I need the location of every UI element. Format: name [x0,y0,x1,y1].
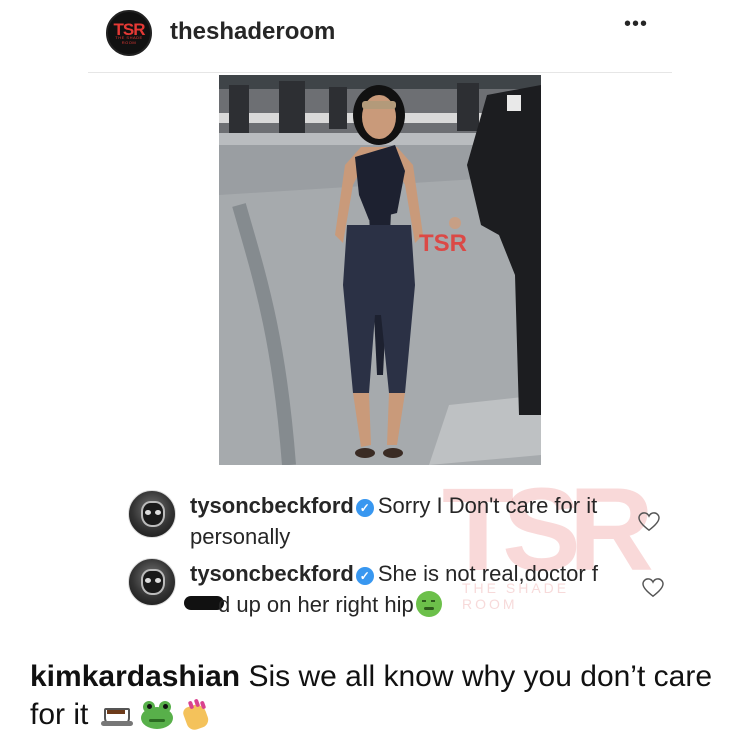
comment-text-part-2: d up on her right hip [218,592,414,617]
comment-text-part-1: She is not real,doctor f [377,561,598,586]
more-options-icon[interactable]: ••• [618,14,654,42]
comment-username[interactable]: tysoncbeckford [190,561,354,586]
comment-username[interactable]: tysoncbeckford [190,493,354,518]
comment-item: tysoncbeckford ✓ Sorry I Don't care for it… [128,490,660,554]
caption-comment: kimkardashian Sis we all know why you do… [30,658,730,734]
post-photo[interactable]: TSR [219,75,541,465]
commenter-avatar[interactable] [128,558,176,606]
account-avatar[interactable]: TSR THE SHADE ROOM [106,10,152,56]
account-username[interactable]: theshaderoom [170,18,335,46]
frog-icon [139,699,175,729]
hot-beverage-icon [100,699,135,729]
like-heart-icon[interactable] [642,578,664,598]
comment-item: tysoncbeckford ✓ She is not real,doctor f d… [128,558,664,650]
caption-username[interactable]: kimkardashian [30,660,240,693]
comment-body: tysoncbeckford ✓ Sorry I Don't care for it… [190,490,610,552]
commenter-avatar[interactable] [128,490,176,538]
post-header: TSR THE SHADE ROOM theshaderoom ••• [0,0,750,72]
nauseated-face-icon [415,591,442,617]
header-divider [88,72,672,73]
nail-polish-icon [179,698,213,733]
avatar-logo-subtext: THE SHADE ROOM [115,35,143,45]
verified-badge-icon: ✓ [355,499,374,517]
photo-watermark: TSR [419,230,467,257]
verified-badge-icon: ✓ [355,567,374,585]
comment-body: tysoncbeckford ✓ She is not real,doctor f d… [184,558,610,620]
like-heart-icon[interactable] [638,512,660,532]
photo-illustration: TSR [219,75,541,465]
